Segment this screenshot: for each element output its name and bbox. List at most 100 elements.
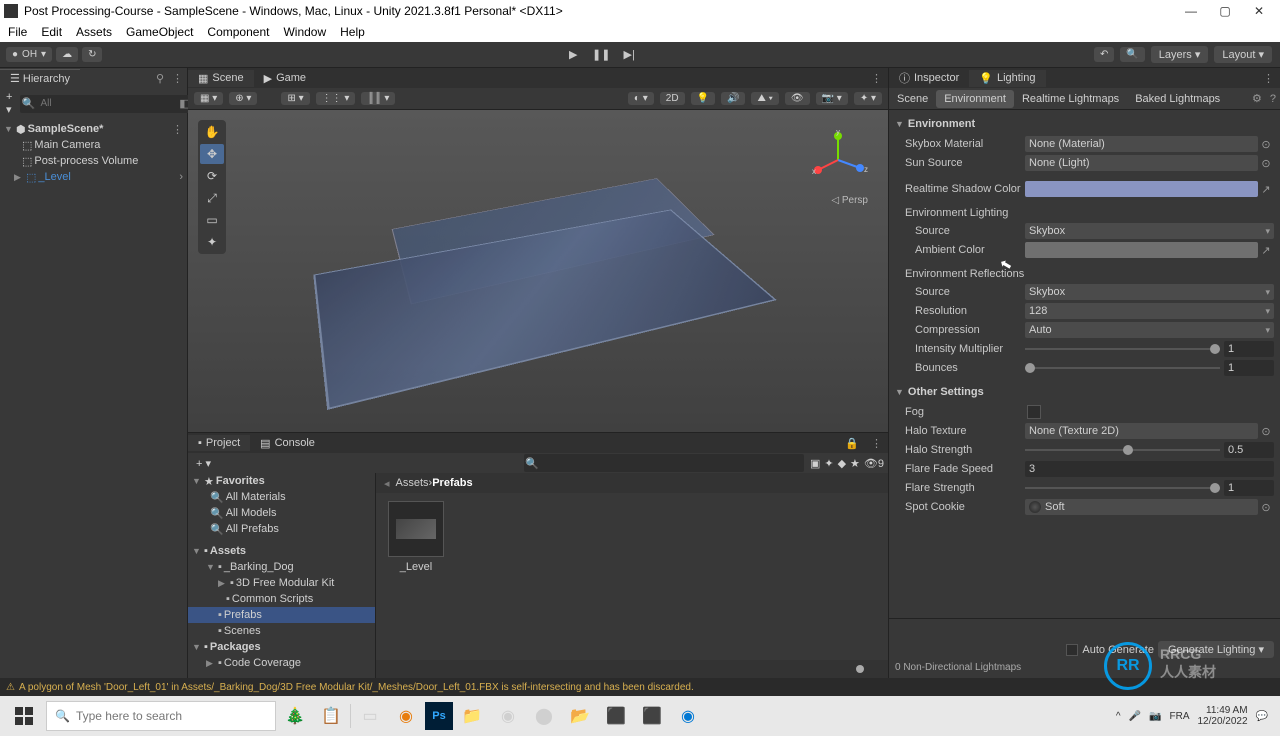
flarefade-field[interactable]: 3 [1025, 461, 1274, 477]
subtab-baked[interactable]: Baked Lightmaps [1127, 90, 1228, 108]
project-breadcrumb[interactable]: ◂Assets › Prefabs [376, 473, 888, 493]
grid-visible-dropdown[interactable]: ║║ ▾ [361, 92, 395, 105]
sun-field[interactable]: None (Light) [1025, 155, 1258, 171]
grid-snap-dropdown[interactable]: ⊞ ▾ [281, 92, 309, 105]
pause-button[interactable]: ❚❚ [590, 46, 612, 64]
taskbar-weather-icon[interactable]: 🎄 [278, 700, 312, 732]
move-tool-icon[interactable]: ✥ [200, 144, 224, 164]
2d-toggle[interactable]: 2D [660, 92, 685, 105]
packages-header[interactable]: ▼▪Packages [188, 639, 375, 655]
subtab-gear-icon[interactable]: ⚙ [1248, 92, 1266, 105]
folder-barkingdog[interactable]: ▼▪_Barking_Dog [188, 559, 375, 575]
undo-history-icon[interactable]: ↶ [1094, 47, 1114, 62]
lighting-tab[interactable]: 💡Lighting [969, 70, 1045, 87]
hierarchy-search-input[interactable] [36, 96, 176, 111]
env-header[interactable]: ▼Environment [895, 114, 1274, 134]
project-hidden-icon[interactable]: 👁9 [864, 457, 884, 470]
account-dropdown[interactable]: ●OH▾ [6, 47, 52, 62]
generate-lighting-button[interactable]: Generate Lighting ▾ [1158, 641, 1274, 658]
scene-tab-menu-icon[interactable]: ⋮ [865, 72, 888, 85]
console-tab[interactable]: ▤Console [250, 435, 325, 452]
taskbar-news-icon[interactable]: 📋 [314, 700, 348, 732]
hierarchy-item-level[interactable]: ▶ ⬚ _Level › [0, 169, 187, 185]
sun-picker-icon[interactable]: ⊙ [1258, 157, 1274, 170]
shadow-picker-icon[interactable]: ↗ [1258, 183, 1274, 196]
spot-field[interactable]: Soft [1025, 499, 1258, 515]
back-arrow-icon[interactable]: ◂ [384, 477, 390, 490]
layers-dropdown[interactable]: Layers ▾ [1151, 46, 1209, 63]
fav-materials[interactable]: 🔍All Materials [188, 489, 375, 505]
ref-source-dropdown[interactable]: Skybox [1025, 284, 1274, 300]
taskbar-chrome-icon[interactable]: ◉ [491, 700, 525, 732]
ambient-picker-icon[interactable]: ↗ [1258, 244, 1274, 257]
step-button[interactable]: ▶| [618, 46, 640, 64]
hierarchy-item-camera[interactable]: ⬚ Main Camera [0, 137, 187, 153]
taskbar-search[interactable]: 🔍Type here to search [46, 701, 276, 731]
subtab-realtime[interactable]: Realtime Lightmaps [1014, 90, 1127, 108]
minimize-button[interactable]: — [1174, 4, 1208, 18]
halotex-field[interactable]: None (Texture 2D) [1025, 423, 1258, 439]
fx-toggle-dropdown[interactable]: ⛰ ▾ [751, 92, 778, 105]
scene-tab[interactable]: ▦Scene [188, 70, 254, 87]
folder-scenes[interactable]: ▪Scenes [188, 623, 375, 639]
transform-tool-icon[interactable]: ✦ [200, 232, 224, 252]
cloud-button[interactable]: ☁ [56, 47, 78, 62]
subtab-help-icon[interactable]: ? [1266, 93, 1280, 105]
shading-dropdown[interactable]: ⊕ ▾ [229, 92, 257, 105]
flarestr-slider[interactable] [1025, 480, 1220, 496]
maximize-button[interactable]: ▢ [1208, 4, 1242, 18]
play-button[interactable]: ▶ [562, 46, 584, 64]
taskbar-unity-icon[interactable]: ⬛ [599, 700, 633, 732]
fav-models[interactable]: 🔍All Models [188, 505, 375, 521]
taskbar-blender-icon[interactable]: ◉ [389, 700, 423, 732]
hierarchy-item-postprocess[interactable]: ⬚ Post-process Volume [0, 153, 187, 169]
persp-label[interactable]: ◁ Persp [831, 195, 868, 206]
project-type-icon[interactable]: ✦ [824, 457, 833, 470]
snap-increment-dropdown[interactable]: ⋮⋮ ▾ [316, 92, 356, 105]
subtab-environment[interactable]: Environment [936, 90, 1014, 108]
pkg-codecoverage[interactable]: ▶▪Code Coverage [188, 655, 375, 671]
rotate-tool-icon[interactable]: ⟳ [200, 166, 224, 186]
taskbar-edge-icon[interactable]: ◉ [671, 700, 705, 732]
menu-window[interactable]: Window [283, 25, 326, 39]
menu-file[interactable]: File [8, 25, 27, 39]
asset-level[interactable]: _Level [384, 501, 448, 652]
scale-tool-icon[interactable]: ⤢ [200, 188, 224, 208]
start-button[interactable] [4, 700, 44, 732]
draw-mode-dropdown[interactable]: ◐ ▾ [628, 92, 654, 105]
menu-edit[interactable]: Edit [41, 25, 62, 39]
prefab-arrow-icon[interactable]: › [179, 171, 187, 183]
audio-toggle-icon[interactable]: 🔊 [721, 92, 745, 105]
tray-clock[interactable]: 11:49 AM 12/20/2022 [1197, 705, 1247, 727]
project-filter-icon[interactable]: ▣ [810, 457, 820, 470]
project-search-input[interactable] [540, 456, 804, 471]
shadow-color-field[interactable] [1025, 181, 1258, 197]
folder-prefabs[interactable]: ▪Prefabs [188, 607, 375, 623]
halostr-value[interactable]: 0.5 [1224, 442, 1274, 458]
taskbar-taskview-icon[interactable]: ▭ [353, 700, 387, 732]
skybox-field[interactable]: None (Material) [1025, 136, 1258, 152]
project-menu-icon[interactable]: ⋮ [865, 437, 888, 450]
halotex-picker-icon[interactable]: ⊙ [1258, 425, 1274, 438]
lighting-toggle-icon[interactable]: 💡 [691, 92, 715, 105]
intensity-slider[interactable] [1025, 341, 1220, 357]
bounces-value[interactable]: 1 [1224, 360, 1274, 376]
scene-viewport[interactable]: ✋ ✥ ⟳ ⤢ ▭ ✦ y [188, 110, 888, 432]
flarestr-value[interactable]: 1 [1224, 480, 1274, 496]
hierarchy-link-icon[interactable]: ⚲ [152, 72, 168, 85]
menu-assets[interactable]: Assets [76, 25, 112, 39]
menu-gameobject[interactable]: GameObject [126, 25, 193, 39]
folder-commonscripts[interactable]: ▪Common Scripts [188, 591, 375, 607]
hierarchy-tab[interactable]: ☰ Hierarchy [0, 69, 80, 87]
hierarchy-menu-icon[interactable]: ⋮ [168, 72, 187, 85]
project-tab[interactable]: ▪Project [188, 435, 250, 451]
search-global-icon[interactable]: 🔍 [1120, 47, 1144, 62]
compression-dropdown[interactable]: Auto [1025, 322, 1274, 338]
taskbar-files-icon[interactable]: 📂 [563, 700, 597, 732]
taskbar-obs-icon[interactable]: ⬤ [527, 700, 561, 732]
taskbar-unityhub-icon[interactable]: ⬛ [635, 700, 669, 732]
fav-prefabs[interactable]: 🔍All Prefabs [188, 521, 375, 537]
bounces-slider[interactable] [1025, 360, 1220, 376]
inspector-menu-icon[interactable]: ⋮ [1257, 72, 1280, 85]
subtab-scene[interactable]: Scene [889, 90, 936, 108]
